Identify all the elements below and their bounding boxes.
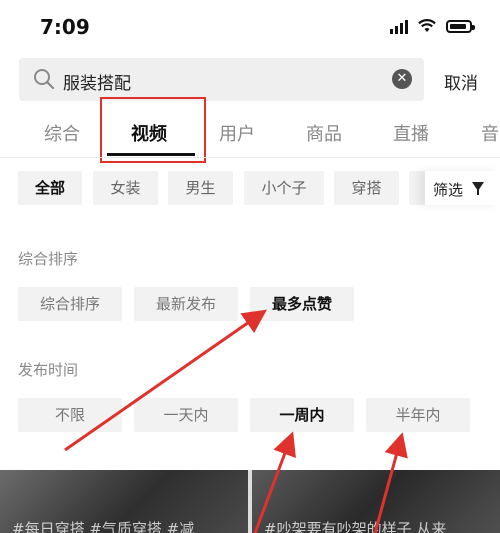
time-option-any[interactable]: 不限 <box>18 398 122 432</box>
chip-all[interactable]: 全部 <box>18 171 82 205</box>
tab-live[interactable]: 直播 <box>393 120 429 146</box>
cancel-button[interactable]: 取消 <box>444 69 478 94</box>
battery-icon <box>446 19 475 33</box>
results-strip: #每日穿搭 #气质穿搭 #减 #吵架要有吵架的样子 从来 <box>0 470 500 533</box>
chip-petite[interactable]: 小个子 <box>244 171 324 205</box>
tab-music[interactable]: 音 <box>481 120 499 146</box>
sort-option-comprehensive[interactable]: 综合排序 <box>18 287 122 321</box>
annotation-highlight-box <box>100 97 206 163</box>
chip-outfit[interactable]: 穿搭 <box>334 171 399 205</box>
time-option-half-year[interactable]: 半年内 <box>366 398 470 432</box>
tab-bar: 综合 视频 用户 商品 直播 音 <box>0 106 500 156</box>
filter-funnel-icon <box>472 182 484 195</box>
tab-products[interactable]: 商品 <box>306 120 342 146</box>
tab-users[interactable]: 用户 <box>219 120 255 146</box>
search-input[interactable]: 服装搭配 <box>63 69 131 94</box>
tab-comprehensive[interactable]: 综合 <box>44 120 80 146</box>
status-icons <box>390 18 475 34</box>
filter-label: 筛选 <box>433 181 464 199</box>
status-time: 7:09 <box>40 15 90 39</box>
video-caption: #每日穿搭 #气质穿搭 #减 <box>12 520 195 533</box>
time-option-one-week[interactable]: 一周内 <box>250 398 354 432</box>
divider <box>0 157 500 158</box>
search-icon <box>34 69 55 90</box>
clear-icon[interactable]: ✕ <box>392 69 412 89</box>
video-caption: #吵架要有吵架的样子 从来 <box>264 520 447 533</box>
search-box[interactable]: 服装搭配 ✕ <box>19 58 424 101</box>
signal-icon <box>390 18 408 34</box>
time-option-one-day[interactable]: 一天内 <box>134 398 238 432</box>
sort-option-most-likes[interactable]: 最多点赞 <box>250 287 354 321</box>
sort-section-title: 综合排序 <box>18 250 79 268</box>
wifi-icon <box>418 19 436 32</box>
time-section-title: 发布时间 <box>18 361 79 379</box>
filter-button[interactable]: 筛选 <box>425 171 500 205</box>
chip-womens[interactable]: 女装 <box>93 171 158 205</box>
sort-option-newest[interactable]: 最新发布 <box>134 287 238 321</box>
chip-men[interactable]: 男生 <box>168 171 233 205</box>
